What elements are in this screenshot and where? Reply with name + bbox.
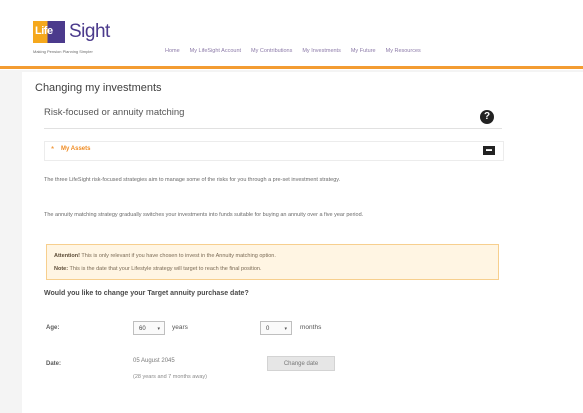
page-title: Changing my investments: [35, 82, 162, 94]
target-date-question: Would you like to change your Target ann…: [44, 290, 249, 297]
months-unit: months: [300, 324, 322, 331]
expand-toggle-icon[interactable]: ▬: [483, 146, 495, 155]
attention-text: This is only relevant if you have chosen…: [81, 253, 276, 259]
age-select[interactable]: 60 ▾: [133, 321, 165, 335]
nav-my-investments[interactable]: My Investments: [302, 48, 341, 54]
nav-accent-bar: [0, 66, 583, 69]
logo-text-life: Life: [35, 25, 53, 37]
change-date-button[interactable]: Change date: [267, 356, 335, 371]
section-title: Risk-focused or annuity matching: [44, 107, 185, 118]
note-bold: Note:: [54, 266, 69, 272]
main-nav: Home My LifeSight Account My Contributio…: [165, 48, 431, 54]
divider: [44, 128, 502, 129]
chevron-down-icon: ▾: [284, 326, 287, 332]
date-label: Date:: [46, 361, 62, 367]
question-circle-icon[interactable]: ?: [480, 110, 494, 124]
attention-notice: Attention! This is only relevant if you …: [46, 244, 499, 280]
nav-my-future[interactable]: My Future: [351, 48, 376, 54]
lifesight-logo[interactable]: Life Sight Making Pension Planning Simpl…: [33, 17, 123, 57]
nav-my-resources[interactable]: My Resources: [386, 48, 421, 54]
assets-star: *: [51, 145, 55, 154]
age-label: Age:: [46, 325, 60, 331]
my-assets-label[interactable]: My Assets: [61, 146, 90, 152]
target-date-value: 05 August 2045: [133, 358, 175, 364]
nav-home[interactable]: Home: [165, 48, 180, 54]
main-content: Changing my investments Risk-focused or …: [22, 72, 583, 413]
attention-bold: Attention!: [54, 253, 80, 259]
months-select[interactable]: 0 ▾: [260, 321, 292, 335]
age-select-value: 60: [139, 326, 146, 332]
chevron-down-icon: ▾: [157, 326, 160, 332]
annuity-matching-description: The annuity matching strategy gradually …: [44, 212, 364, 218]
nav-my-lifesight-account[interactable]: My LifeSight Account: [190, 48, 241, 54]
logo-tagline: Making Pension Planning Simpler: [33, 49, 93, 54]
nav-my-contributions[interactable]: My Contributions: [251, 48, 292, 54]
target-date-countdown: (28 years and 7 months away): [133, 374, 207, 380]
logo-text-sight: Sight: [69, 21, 110, 42]
note-text: This is the date that your Lifestyle str…: [69, 266, 262, 272]
risk-focused-description: The three LifeSight risk-focused strateg…: [44, 177, 341, 183]
attention-line: Attention! This is only relevant if you …: [54, 253, 276, 259]
months-select-value: 0: [266, 326, 270, 332]
note-line: Note: This is the date that your Lifesty…: [54, 266, 262, 272]
site-header: Life Sight Making Pension Planning Simpl…: [0, 0, 583, 70]
years-unit: years: [172, 324, 188, 331]
my-assets-accordion[interactable]: * My Assets ▬: [44, 141, 504, 161]
